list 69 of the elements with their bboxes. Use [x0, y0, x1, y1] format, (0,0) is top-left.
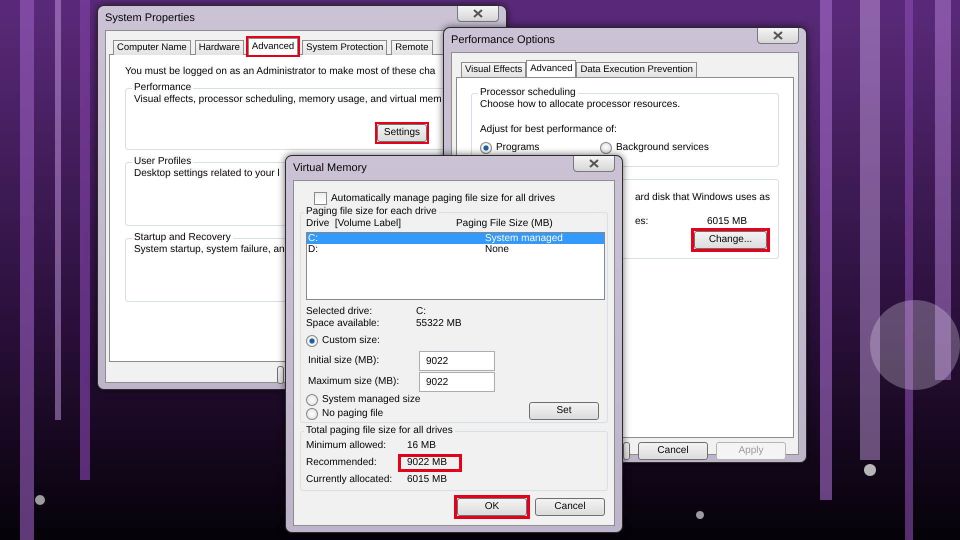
- field-label: Currently allocated:: [306, 474, 394, 486]
- tab[interactable]: Remote: [391, 40, 433, 55]
- close-button[interactable]: [573, 156, 615, 172]
- group-title: Startup and Recovery: [133, 232, 232, 244]
- field-label: es:: [635, 216, 650, 228]
- dialog-button[interactable]: [623, 442, 630, 460]
- group-text: Visual effects, processor scheduling, memory usage, and virtual mem: [134, 94, 442, 105]
- input-field[interactable]: 9022: [419, 351, 495, 371]
- close-button[interactable]: [457, 6, 499, 22]
- group-title: User Profiles: [133, 156, 192, 168]
- column-header: Drive [Volume Label]: [306, 218, 402, 230]
- tab[interactable]: Data Execution Prevention: [576, 62, 697, 77]
- radio-label: Custom size:: [322, 335, 380, 347]
- radio-button[interactable]: [600, 142, 612, 154]
- tab[interactable]: Advanced: [248, 38, 298, 55]
- window-title: Performance Options: [451, 34, 555, 46]
- group-text: System startup, system failure, an: [134, 244, 285, 255]
- list-row[interactable]: D: None: [307, 244, 604, 255]
- tab[interactable]: Visual Effects: [461, 62, 526, 77]
- field-label: Initial size (MB):: [307, 355, 380, 367]
- checkbox-label: Automatically manage paging file size for all drives: [331, 192, 555, 204]
- group-title: Performance: [133, 82, 192, 94]
- tab[interactable]: System Protection: [302, 40, 388, 55]
- group-text: ard disk that Windows uses as: [634, 192, 770, 204]
- field-value: 55322 MB: [416, 318, 462, 330]
- field-label: Recommended:: [306, 456, 378, 468]
- field-value: 6015 MB: [406, 474, 448, 486]
- radio-label: System managed size: [322, 394, 420, 406]
- group-title: Total paging file size for all drives: [305, 425, 454, 437]
- close-button[interactable]: [757, 28, 799, 44]
- window-title: Virtual Memory: [293, 162, 367, 174]
- button[interactable]: Cancel: [535, 498, 605, 516]
- checkbox[interactable]: [314, 192, 327, 205]
- field-label: Selected drive:: [306, 306, 374, 318]
- field-value: 16 MB: [406, 440, 437, 452]
- group-title: Processor scheduling: [479, 87, 577, 99]
- field-label: Space available:: [306, 318, 380, 330]
- field-value: 9022 MB: [406, 456, 448, 468]
- tab[interactable]: Advanced: [526, 60, 576, 77]
- adjust-label: Adjust for best performance of:: [480, 124, 617, 135]
- input-field[interactable]: 9022: [419, 372, 495, 392]
- button[interactable]: Set: [529, 402, 599, 420]
- field-value: C:: [416, 306, 426, 318]
- field-value: 6015 MB: [707, 216, 748, 228]
- group-text: Choose how to allocate processor resources.: [480, 99, 680, 110]
- close-icon: [773, 31, 783, 40]
- radio-button[interactable]: [306, 408, 318, 420]
- close-icon: [589, 159, 599, 168]
- button[interactable]: Settings: [377, 124, 427, 142]
- radio-button[interactable]: [480, 142, 492, 154]
- group-text: Desktop settings related to your l: [134, 168, 280, 179]
- field-label: Minimum allowed:: [306, 440, 388, 452]
- group-title: Paging file size for each drive: [305, 206, 438, 218]
- radio-label: Background services: [616, 142, 709, 154]
- radio-label: Programs: [496, 142, 540, 154]
- button[interactable]: Change...: [694, 231, 767, 249]
- radio-button[interactable]: [306, 335, 318, 347]
- window-title: System Properties: [105, 12, 195, 24]
- tab[interactable]: Computer Name: [113, 40, 191, 55]
- column-header: Paging File Size (MB): [456, 218, 553, 230]
- field-label: Maximum size (MB):: [307, 376, 400, 388]
- tab[interactable]: Hardware: [194, 40, 244, 55]
- notice-text: You must be logged on as an Administrator to make most of these cha: [125, 66, 436, 77]
- radio-button[interactable]: [306, 394, 318, 406]
- button[interactable]: OK: [457, 498, 527, 516]
- close-icon: [473, 9, 483, 18]
- dialog-button[interactable]: [277, 366, 284, 384]
- button[interactable]: Cancel: [638, 442, 708, 460]
- radio-label: No paging file: [322, 408, 384, 420]
